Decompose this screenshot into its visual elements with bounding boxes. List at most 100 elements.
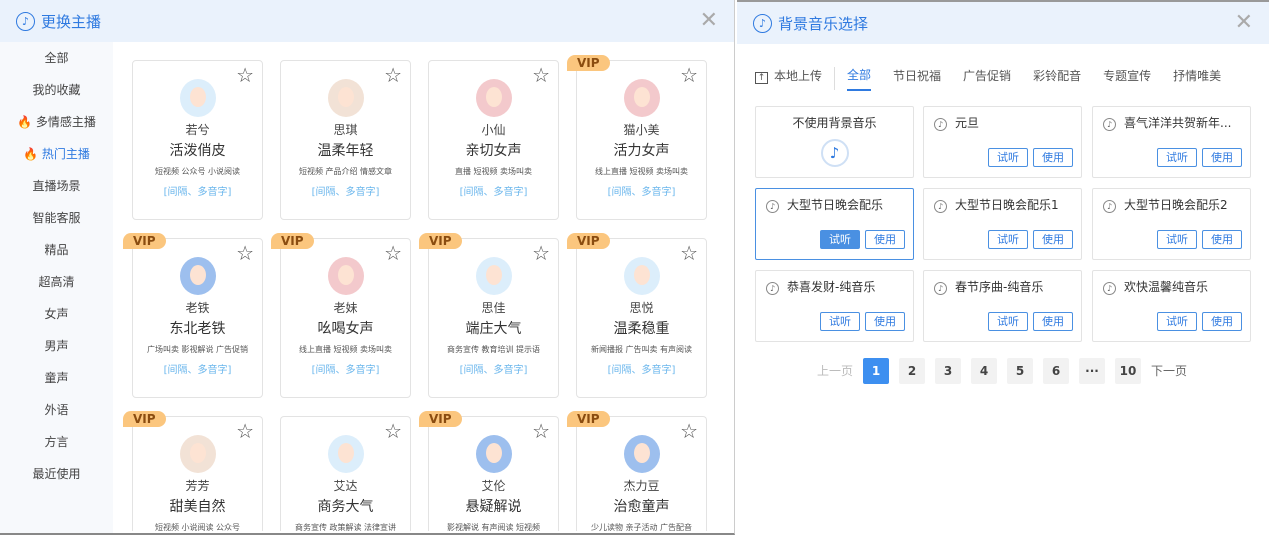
use-button[interactable]: 使用 <box>1033 230 1073 249</box>
sidebar-item[interactable]: 我的收藏 <box>0 74 113 106</box>
anchor-card[interactable]: VIP ☆ 杰力豆 治愈童声 少儿读物 亲子活动 广告配音 <box>567 411 707 532</box>
sidebar-item[interactable]: 🔥 热门主播 <box>0 138 113 170</box>
use-button[interactable]: 使用 <box>1033 148 1073 167</box>
use-button[interactable]: 使用 <box>1202 230 1242 249</box>
music-card[interactable]: ♪ 欢快温馨纯音乐 试听 使用 <box>1092 270 1251 342</box>
preview-button[interactable]: 试听 <box>820 230 860 249</box>
anchor-name: 老妹 <box>333 301 358 315</box>
music-card[interactable]: ♪ 喜气洋洋共贺新年... 试听 使用 <box>1092 106 1251 178</box>
preview-button[interactable]: 试听 <box>988 312 1028 331</box>
upload-button[interactable]: ↑ 本地上传 <box>755 67 836 90</box>
sidebar-item-label: 直播场景 <box>32 179 81 193</box>
track-title: 春节序曲-纯音乐 <box>955 280 1044 294</box>
anchor-style: 端庄大气 <box>465 321 522 337</box>
anchor-card[interactable]: VIP ☆ 艾伦 悬疑解说 影视解说 有声阅读 短视频 <box>419 411 559 532</box>
sidebar-item[interactable]: 男声 <box>0 330 113 362</box>
anchor-card[interactable]: ☆ 艾达 商务大气 商务宣传 政策解读 法律宣讲 <box>280 416 411 532</box>
anchor-card[interactable]: ☆ 小仙 亲切女声 直播 短视频 卖场叫卖 [间隔、多音字] <box>428 60 559 220</box>
avatar <box>475 435 512 473</box>
prev-page-button[interactable]: 上一页 <box>817 358 853 384</box>
close-icon[interactable]: ✕ <box>1235 10 1253 35</box>
star-icon[interactable]: ☆ <box>384 63 402 87</box>
use-button[interactable]: 使用 <box>1033 312 1073 331</box>
anchor-tags: 短视频 产品介绍 情感文章 <box>298 167 393 176</box>
star-icon[interactable]: ☆ <box>532 63 550 87</box>
anchor-card[interactable]: ☆ 思琪 温柔年轻 短视频 产品介绍 情感文章 [间隔、多音字] <box>280 60 411 220</box>
star-icon[interactable]: ☆ <box>384 241 402 265</box>
track-title: 大型节日晚会配乐2 <box>1124 198 1228 212</box>
preview-button[interactable]: 试听 <box>820 312 860 331</box>
tab[interactable]: 全部 <box>847 66 872 91</box>
next-page-button[interactable]: 下一页 <box>1151 358 1187 384</box>
page-button[interactable]: 2 <box>899 358 926 384</box>
sidebar-item[interactable]: 🔥 多情感主播 <box>0 106 113 138</box>
fire-icon: 🔥 <box>23 147 42 161</box>
sidebar-item[interactable]: 外语 <box>0 394 113 426</box>
sidebar-item[interactable]: 最近使用 <box>0 458 113 490</box>
page-button[interactable]: ··· <box>1079 358 1106 384</box>
tab[interactable]: 彩铃配音 <box>1033 67 1081 90</box>
sidebar-item[interactable]: 精品 <box>0 234 113 266</box>
preview-button[interactable]: 试听 <box>988 230 1028 249</box>
sidebar-item-label: 多情感主播 <box>35 115 96 129</box>
sidebar-item[interactable]: 女声 <box>0 298 113 330</box>
avatar <box>179 257 216 295</box>
tab[interactable]: 节日祝福 <box>893 67 941 90</box>
anchor-card[interactable]: VIP ☆ 猫小美 活力女声 线上直播 短视频 卖场叫卖 [间隔、多音字] <box>567 55 707 220</box>
anchor-features: [间隔、多音字] <box>163 365 232 376</box>
no-music-card[interactable]: 不使用背景音乐 ♪ <box>755 106 914 178</box>
vip-badge: VIP <box>419 411 462 427</box>
music-card[interactable]: ♪ 大型节日晚会配乐1 试听 使用 <box>923 188 1082 260</box>
music-card[interactable]: ♪ 春节序曲-纯音乐 试听 使用 <box>923 270 1082 342</box>
star-icon[interactable]: ☆ <box>384 419 402 443</box>
page-button[interactable]: 10 <box>1115 358 1142 384</box>
tab[interactable]: 专题宣传 <box>1103 67 1151 90</box>
star-icon[interactable]: ☆ <box>680 419 698 443</box>
star-icon[interactable]: ☆ <box>236 419 254 443</box>
anchor-card[interactable]: VIP ☆ 老妹 吆喝女声 线上直播 短视频 卖场叫卖 [间隔、多音字] <box>271 233 411 398</box>
page-button[interactable]: 1 <box>863 358 890 384</box>
star-icon[interactable]: ☆ <box>532 419 550 443</box>
page-button[interactable]: 3 <box>935 358 962 384</box>
anchor-card[interactable]: ☆ 若兮 活泼俏皮 短视频 公众号 小说阅读 [间隔、多音字] <box>132 60 263 220</box>
music-note-icon: ♪ <box>1103 282 1116 295</box>
star-icon[interactable]: ☆ <box>236 241 254 265</box>
tab[interactable]: 抒情唯美 <box>1173 67 1221 90</box>
music-card[interactable]: ♪ 元旦 试听 使用 <box>923 106 1082 178</box>
sidebar-item[interactable]: 智能客服 <box>0 202 113 234</box>
sidebar-item[interactable]: 童声 <box>0 362 113 394</box>
music-icon: ♪ <box>16 11 35 31</box>
tab[interactable]: 广告促销 <box>963 67 1011 90</box>
preview-button[interactable]: 试听 <box>1157 312 1197 331</box>
star-icon[interactable]: ☆ <box>236 63 254 87</box>
page-button[interactable]: 5 <box>1007 358 1034 384</box>
page-button[interactable]: 6 <box>1043 358 1070 384</box>
use-button[interactable]: 使用 <box>1202 148 1242 167</box>
sidebar-item-label: 外语 <box>44 403 69 417</box>
avatar <box>623 257 660 295</box>
anchor-card[interactable]: VIP ☆ 思佳 端庄大气 商务宣传 教育培训 提示语 [间隔、多音字] <box>419 233 559 398</box>
preview-button[interactable]: 试听 <box>988 148 1028 167</box>
anchor-card[interactable]: VIP ☆ 老铁 东北老铁 广场叫卖 影视解说 广告促销 [间隔、多音字] <box>123 233 263 398</box>
sidebar-item[interactable]: 方言 <box>0 426 113 458</box>
star-icon[interactable]: ☆ <box>680 241 698 265</box>
anchor-card[interactable]: VIP ☆ 思悦 温柔稳重 新闻播报 广告叫卖 有声阅读 [间隔、多音字] <box>567 233 707 398</box>
preview-button[interactable]: 试听 <box>1157 230 1197 249</box>
sidebar-item[interactable]: 超高清 <box>0 266 113 298</box>
preview-button[interactable]: 试听 <box>1157 148 1197 167</box>
sidebar-item[interactable]: 直播场景 <box>0 170 113 202</box>
close-icon[interactable]: ✕ <box>700 8 718 33</box>
star-icon[interactable]: ☆ <box>680 63 698 87</box>
use-button[interactable]: 使用 <box>865 230 905 249</box>
use-button[interactable]: 使用 <box>865 312 905 331</box>
music-card[interactable]: ♪ 恭喜发财-纯音乐 试听 使用 <box>755 270 914 342</box>
sidebar-item[interactable]: 全部 <box>0 42 113 74</box>
page-button[interactable]: 4 <box>971 358 998 384</box>
star-icon[interactable]: ☆ <box>532 241 550 265</box>
music-card[interactable]: ♪ 大型节日晚会配乐 试听 使用 <box>755 188 914 260</box>
use-button[interactable]: 使用 <box>1202 312 1242 331</box>
vip-badge: VIP <box>123 233 166 249</box>
anchor-features: [间隔、多音字] <box>607 365 676 376</box>
music-card[interactable]: ♪ 大型节日晚会配乐2 试听 使用 <box>1092 188 1251 260</box>
anchor-card[interactable]: VIP ☆ 芳芳 甜美自然 短视频 小说阅读 公众号 <box>123 411 263 532</box>
